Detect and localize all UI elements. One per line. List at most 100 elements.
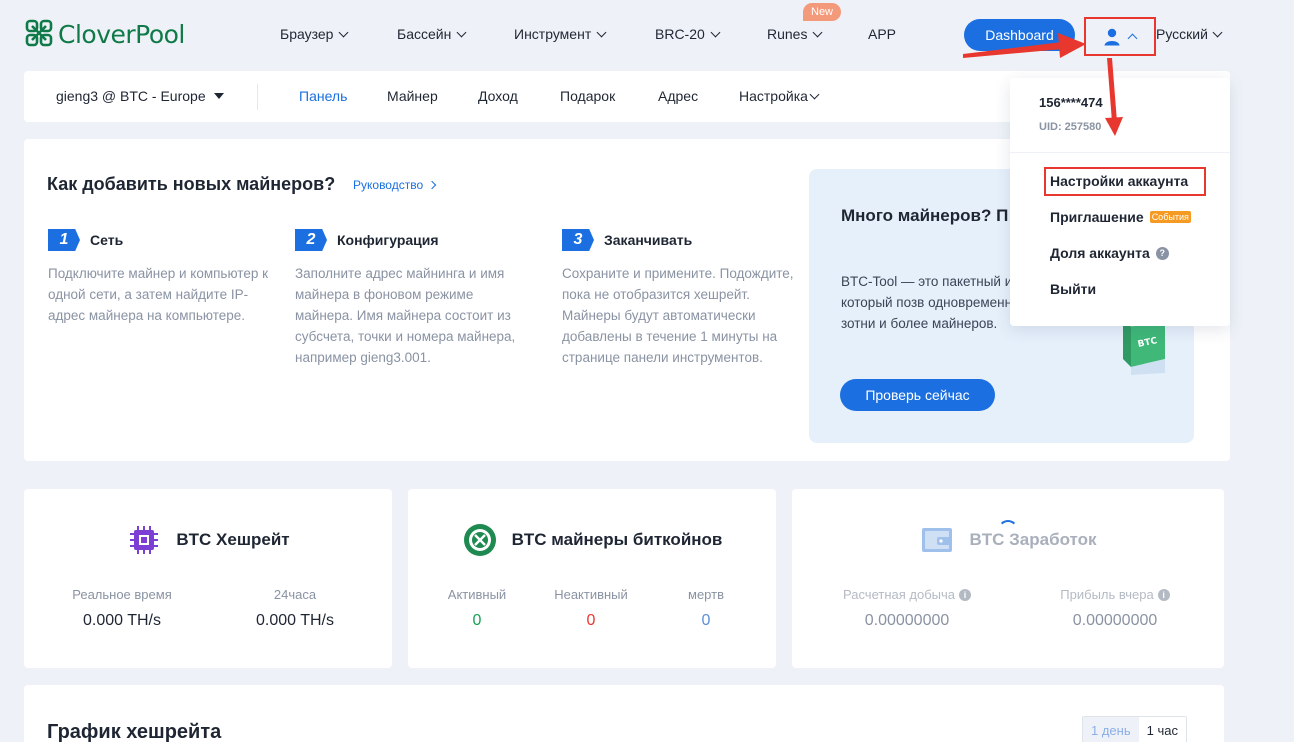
metric-label: 24часа <box>273 587 317 602</box>
nav-runes[interactable]: Runes <box>767 26 823 42</box>
metric-label-text: Расчетная добыча <box>842 587 956 602</box>
metric-realtime: Реальное время 0.000 TH/s <box>62 587 182 630</box>
range-1-day[interactable]: 1 день <box>1083 717 1139 742</box>
step-description: Сохраните и примените. Подождите, пока н… <box>562 266 794 365</box>
logo[interactable]: CloverPool <box>24 18 185 50</box>
range-1-hour[interactable]: 1 час <box>1138 717 1186 742</box>
guide-link[interactable]: Руководство <box>353 178 437 192</box>
chevron-right-icon <box>427 180 437 190</box>
nav-app[interactable]: APP <box>868 26 896 42</box>
caret-down-icon <box>213 93 224 99</box>
step-number: 2 <box>295 229 327 251</box>
metric-inactive: Неактивный 0 <box>541 587 641 630</box>
step-number: 3 <box>562 229 594 251</box>
tab-panel[interactable]: Панель <box>299 88 347 104</box>
step-description: Подключите майнер и компьютер к одной се… <box>48 266 268 323</box>
metric-label: Прибыль вчера i <box>1040 587 1190 602</box>
metric-dead: мертв 0 <box>666 587 746 630</box>
metric-value: 0.00000000 <box>1072 612 1158 629</box>
nav-brc20-label: BRC-20 <box>655 26 705 42</box>
events-badge: События <box>1149 211 1191 223</box>
guide-title: Как добавить новых майнеров? <box>47 174 336 194</box>
account-uid: UID: 257580 <box>1039 121 1102 133</box>
account-phone: 156****474 <box>1039 95 1103 110</box>
metric-value: 0 <box>472 612 482 629</box>
menu-invitation[interactable]: Приглашение События <box>1050 209 1191 225</box>
divider <box>257 84 258 110</box>
tab-settings[interactable]: Настройка <box>739 88 820 104</box>
tab-income[interactable]: Доход <box>478 88 518 104</box>
wallet-icon <box>922 528 953 552</box>
menu-account-share-label: Доля аккаунта <box>1050 245 1150 261</box>
metric-yesterday: Прибыль вчера i 0.00000000 <box>1040 587 1190 630</box>
chevron-down-icon <box>456 27 467 37</box>
top-navigation: CloverPool Браузер Бассейн Инструмент BR… <box>0 0 1294 70</box>
menu-account-share[interactable]: Доля аккаунта ? <box>1050 245 1169 261</box>
language-selector[interactable]: Русский <box>1156 26 1223 42</box>
step-title: Конфигурация <box>337 232 439 248</box>
metric-value: 0.000 TH/s <box>256 612 334 629</box>
account-label: gieng3 @ BTC - Europe <box>56 88 206 104</box>
metric-label: мертв <box>688 587 724 602</box>
nav-browser-label: Браузер <box>280 26 334 42</box>
hashrate-chart-card: График хешрейта 1 день 1 час <box>24 685 1224 742</box>
nav-pool[interactable]: Бассейн <box>397 26 467 42</box>
chevron-down-icon <box>809 89 820 99</box>
step-number: 1 <box>48 229 80 251</box>
chip-icon <box>130 526 159 554</box>
guide-step: 1 Сеть Подключите майнер и компьютер к о… <box>48 229 283 326</box>
tab-address[interactable]: Адрес <box>658 88 698 104</box>
chevron-down-icon <box>710 27 721 37</box>
user-menu-button[interactable] <box>1084 17 1156 56</box>
metric-label-text: Прибыль вчера <box>1060 587 1154 602</box>
earnings-card: BTC Заработок Расчетная добыча i 0.00000… <box>792 489 1224 668</box>
divider <box>1010 152 1230 153</box>
dashboard-button[interactable]: Dashboard <box>964 19 1075 51</box>
tab-gift[interactable]: Подарок <box>560 88 615 104</box>
hashrate-title: BTC Хешрейт <box>176 530 290 549</box>
guide-step: 2 Конфигурация Заполните адрес майнинга … <box>295 229 530 368</box>
hashrate-card: BTC Хешрейт Реальное время 0.000 TH/s 24… <box>24 489 392 668</box>
guide-link-label: Руководство <box>353 178 424 192</box>
metric-24h: 24часа 0.000 TH/s <box>235 587 355 630</box>
metric-label: Неактивный <box>554 587 628 602</box>
check-now-button[interactable]: Проверь сейчас <box>840 379 995 411</box>
account-selector[interactable]: gieng3 @ BTC - Europe <box>56 88 224 104</box>
metric-value: 0.000 TH/s <box>83 612 161 629</box>
chevron-down-icon <box>596 27 607 37</box>
nav-tools-label: Инструмент <box>514 26 592 42</box>
help-icon[interactable]: ? <box>1155 246 1169 260</box>
metric-active: Активный 0 <box>432 587 522 630</box>
metric-label: Реальное время <box>72 587 172 602</box>
account-dropdown: 156****474 UID: 257580 Настройки аккаунт… <box>1010 78 1230 326</box>
metric-value: 0 <box>586 612 596 629</box>
metric-estimated: Расчетная добыча i 0.00000000 <box>827 587 987 630</box>
metric-label: Расчетная добыча i <box>827 587 987 602</box>
menu-invitation-label: Приглашение <box>1050 209 1144 225</box>
chevron-down-icon <box>338 27 349 37</box>
range-toggle: 1 день 1 час <box>1082 716 1187 742</box>
info-icon[interactable]: i <box>1157 588 1170 601</box>
step-description: Заполните адрес майнинга и имя майнера в… <box>295 266 516 365</box>
miners-title: BTC майнеры биткойнов <box>511 530 723 549</box>
user-icon <box>1104 28 1120 45</box>
metric-label: Активный <box>447 587 507 602</box>
nav-tools[interactable]: Инструмент <box>514 26 607 42</box>
metric-value: 0.00000000 <box>864 612 950 629</box>
nav-app-label: APP <box>868 26 897 42</box>
nav-browser[interactable]: Браузер <box>280 26 349 42</box>
chevron-down-icon <box>813 27 823 37</box>
miners-card: BTC майнеры биткойнов Активный 0 Неактив… <box>408 489 776 668</box>
chevron-down-icon <box>1212 27 1223 37</box>
step-title: Сеть <box>90 232 124 248</box>
tab-miner[interactable]: Майнер <box>387 88 438 104</box>
new-badge: New <box>803 3 842 21</box>
menu-logout[interactable]: Выйти <box>1050 281 1096 297</box>
chart-title: График хешрейта <box>47 721 222 742</box>
metric-value: 0 <box>701 612 711 629</box>
nav-pool-label: Бассейн <box>397 26 452 42</box>
tab-settings-label: Настройка <box>739 88 808 104</box>
annotation-highlight-box <box>1044 167 1206 196</box>
info-icon[interactable]: i <box>959 588 972 601</box>
nav-brc20[interactable]: BRC-20 <box>655 26 721 42</box>
